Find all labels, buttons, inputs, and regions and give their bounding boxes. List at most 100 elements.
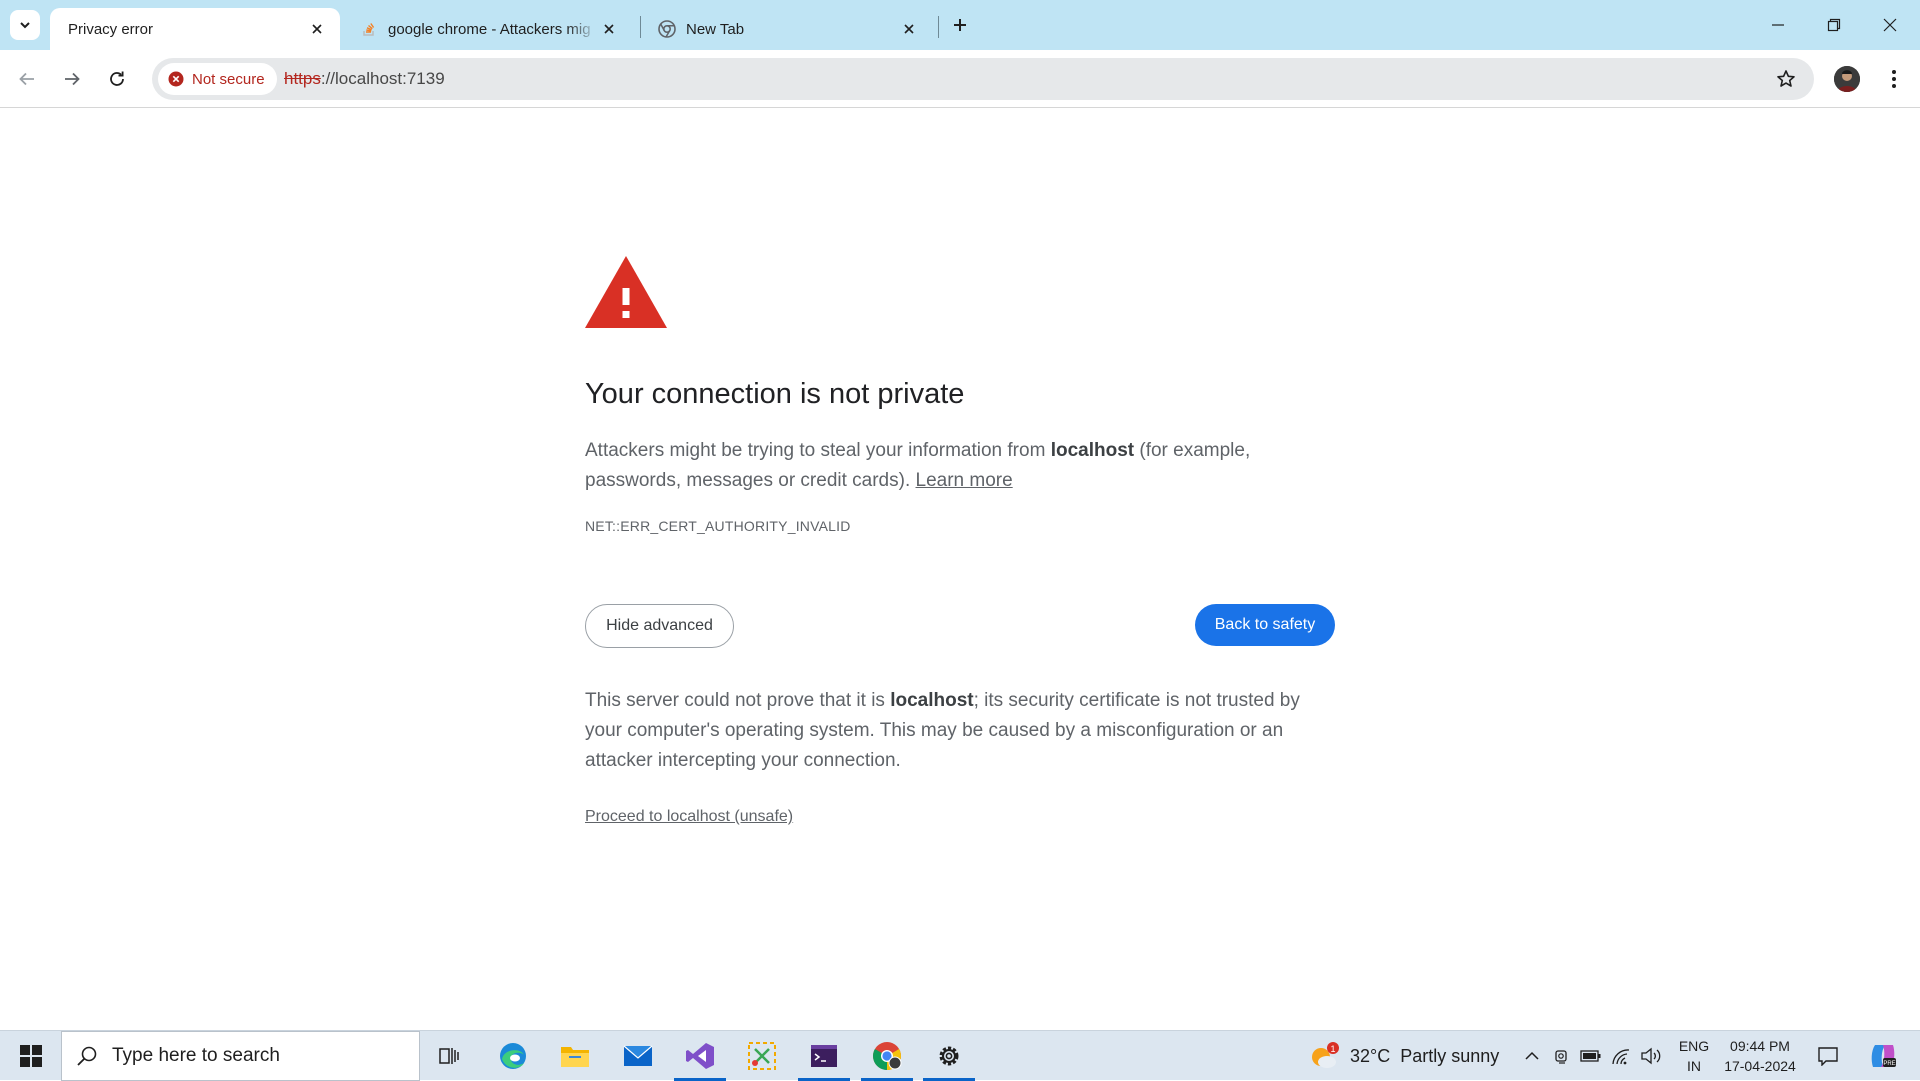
chrome-taskbar-button[interactable] (861, 1031, 913, 1081)
input-language-indicator[interactable]: ENG IN (1677, 1036, 1711, 1076)
close-icon (1883, 18, 1897, 32)
avatar-icon (1834, 66, 1860, 92)
network-button[interactable] (1609, 1044, 1633, 1068)
weather-widget[interactable]: 1 32°C Partly sunny (1308, 1031, 1499, 1081)
terminal-taskbar-button[interactable] (798, 1031, 850, 1081)
snipping-tool-taskbar-button[interactable] (736, 1031, 788, 1081)
close-icon (904, 24, 914, 34)
copilot-button[interactable]: PRE (1866, 1044, 1900, 1068)
battery-button[interactable] (1579, 1044, 1603, 1068)
hostname: localhost (890, 690, 974, 711)
weather-temperature: 32°C (1350, 1045, 1391, 1066)
close-icon (604, 24, 614, 34)
address-bar[interactable]: Not secure https://localhost:7139 (152, 58, 1814, 100)
clock-time: 09:44 PM (1730, 1038, 1790, 1054)
edge-icon (500, 1043, 526, 1069)
tab-new-tab[interactable]: New Tab (640, 8, 932, 50)
chrome-icon (658, 20, 676, 38)
system-clock[interactable]: 09:44 PM 17-04-2024 (1712, 1036, 1808, 1076)
minimize-icon (1772, 24, 1784, 26)
settings-taskbar-button[interactable] (923, 1031, 975, 1081)
start-button[interactable] (8, 1036, 54, 1076)
url-scheme: https (284, 69, 321, 88)
url-text[interactable]: https://localhost:7139 (284, 69, 445, 89)
more-vert-icon (1892, 70, 1896, 88)
windows-taskbar: 1 32°C Partly sunny ENG IN 09:44 PM 17-0… (0, 1030, 1920, 1081)
url-host: ://localhost:7139 (320, 69, 445, 88)
language-code: ENG (1678, 1038, 1710, 1054)
show-hidden-icons-button[interactable] (1520, 1044, 1544, 1068)
notification-icon (1818, 1047, 1838, 1066)
forward-button[interactable] (56, 63, 88, 95)
forward-arrow-icon (65, 72, 80, 86)
error-code: NET::ERR_CERT_AUTHORITY_INVALID (585, 518, 851, 534)
profile-avatar[interactable] (1834, 66, 1860, 92)
weather-badge: 1 (1330, 1044, 1335, 1054)
meet-now-button[interactable] (1550, 1044, 1574, 1068)
tab-close-button[interactable] (598, 18, 620, 40)
edge-taskbar-button[interactable] (487, 1031, 539, 1081)
tab-title: New Tab (686, 20, 745, 38)
back-to-safety-button[interactable]: Back to safety (1195, 604, 1335, 646)
settings-icon (939, 1046, 959, 1066)
details-text: This server could not prove that it is (585, 690, 891, 711)
chrome-menu-button[interactable] (1880, 64, 1908, 94)
bookmark-button[interactable] (1772, 65, 1800, 93)
speaker-icon (1641, 1047, 1661, 1065)
back-arrow-icon (19, 72, 34, 86)
windows-logo-icon (20, 1045, 42, 1067)
snipping-icon (748, 1042, 776, 1070)
mail-taskbar-button[interactable] (612, 1031, 664, 1081)
volume-button[interactable] (1639, 1044, 1663, 1068)
back-button[interactable] (11, 63, 43, 95)
file-explorer-taskbar-button[interactable] (549, 1031, 601, 1081)
search-input[interactable] (112, 1045, 392, 1067)
tab-privacy-error[interactable]: Privacy error (50, 8, 340, 50)
weather-sunny-icon: 1 (1312, 1042, 1339, 1068)
camera-icon (1555, 1050, 1567, 1064)
mail-icon (623, 1045, 653, 1066)
browser-toolbar: Not secure https://localhost:7139 (0, 50, 1920, 108)
security-chip[interactable]: Not secure (158, 63, 277, 95)
visual-studio-taskbar-button[interactable] (674, 1031, 726, 1081)
terminal-icon (811, 1045, 837, 1067)
tab-google-chrome-question[interactable]: google chrome - Attackers mig (342, 8, 632, 50)
stackoverflow-icon (360, 20, 378, 38)
hostname: localhost (1050, 440, 1135, 461)
explanation-text: Attackers might be trying to steal your … (585, 440, 1051, 461)
reload-icon (110, 71, 124, 86)
svg-text:PRE: PRE (1883, 1061, 1895, 1067)
task-view-icon (439, 1048, 459, 1064)
restore-button[interactable] (1806, 0, 1862, 50)
copilot-icon: PRE (1871, 1045, 1896, 1067)
reload-button[interactable] (101, 63, 133, 95)
notifications-button[interactable] (1816, 1044, 1840, 1068)
minimize-button[interactable] (1750, 0, 1806, 50)
chrome-icon (873, 1042, 902, 1070)
details-paragraph: This server could not prove that it is l… (585, 686, 1335, 776)
tab-close-button[interactable] (306, 18, 328, 40)
proceed-unsafe-link[interactable]: Proceed to localhost (unsafe) (585, 808, 793, 826)
tab-search-button[interactable] (10, 10, 40, 40)
star-icon (1777, 70, 1795, 87)
search-icon (77, 1046, 97, 1066)
taskbar-search[interactable] (61, 1031, 420, 1081)
chevron-down-icon (20, 22, 30, 29)
wifi-icon (1612, 1049, 1630, 1065)
page-title: Your connection is not private (585, 378, 965, 410)
weather-description: Partly sunny (1400, 1045, 1500, 1066)
visual-studio-icon (686, 1043, 714, 1069)
hide-advanced-button[interactable]: Hide advanced (585, 604, 734, 648)
new-tab-button[interactable] (946, 11, 974, 39)
battery-icon (1580, 1050, 1601, 1062)
close-icon (312, 24, 322, 34)
learn-more-link[interactable]: Learn more (916, 470, 1013, 491)
region-code: IN (1687, 1058, 1701, 1074)
close-window-button[interactable] (1862, 0, 1918, 50)
warning-icon (585, 256, 667, 328)
clock-date: 17-04-2024 (1724, 1058, 1796, 1074)
tab-close-button[interactable] (898, 18, 920, 40)
tab-title: google chrome - Attackers mig (388, 20, 591, 38)
chevron-up-icon (1525, 1051, 1539, 1060)
task-view-button[interactable] (424, 1031, 476, 1081)
